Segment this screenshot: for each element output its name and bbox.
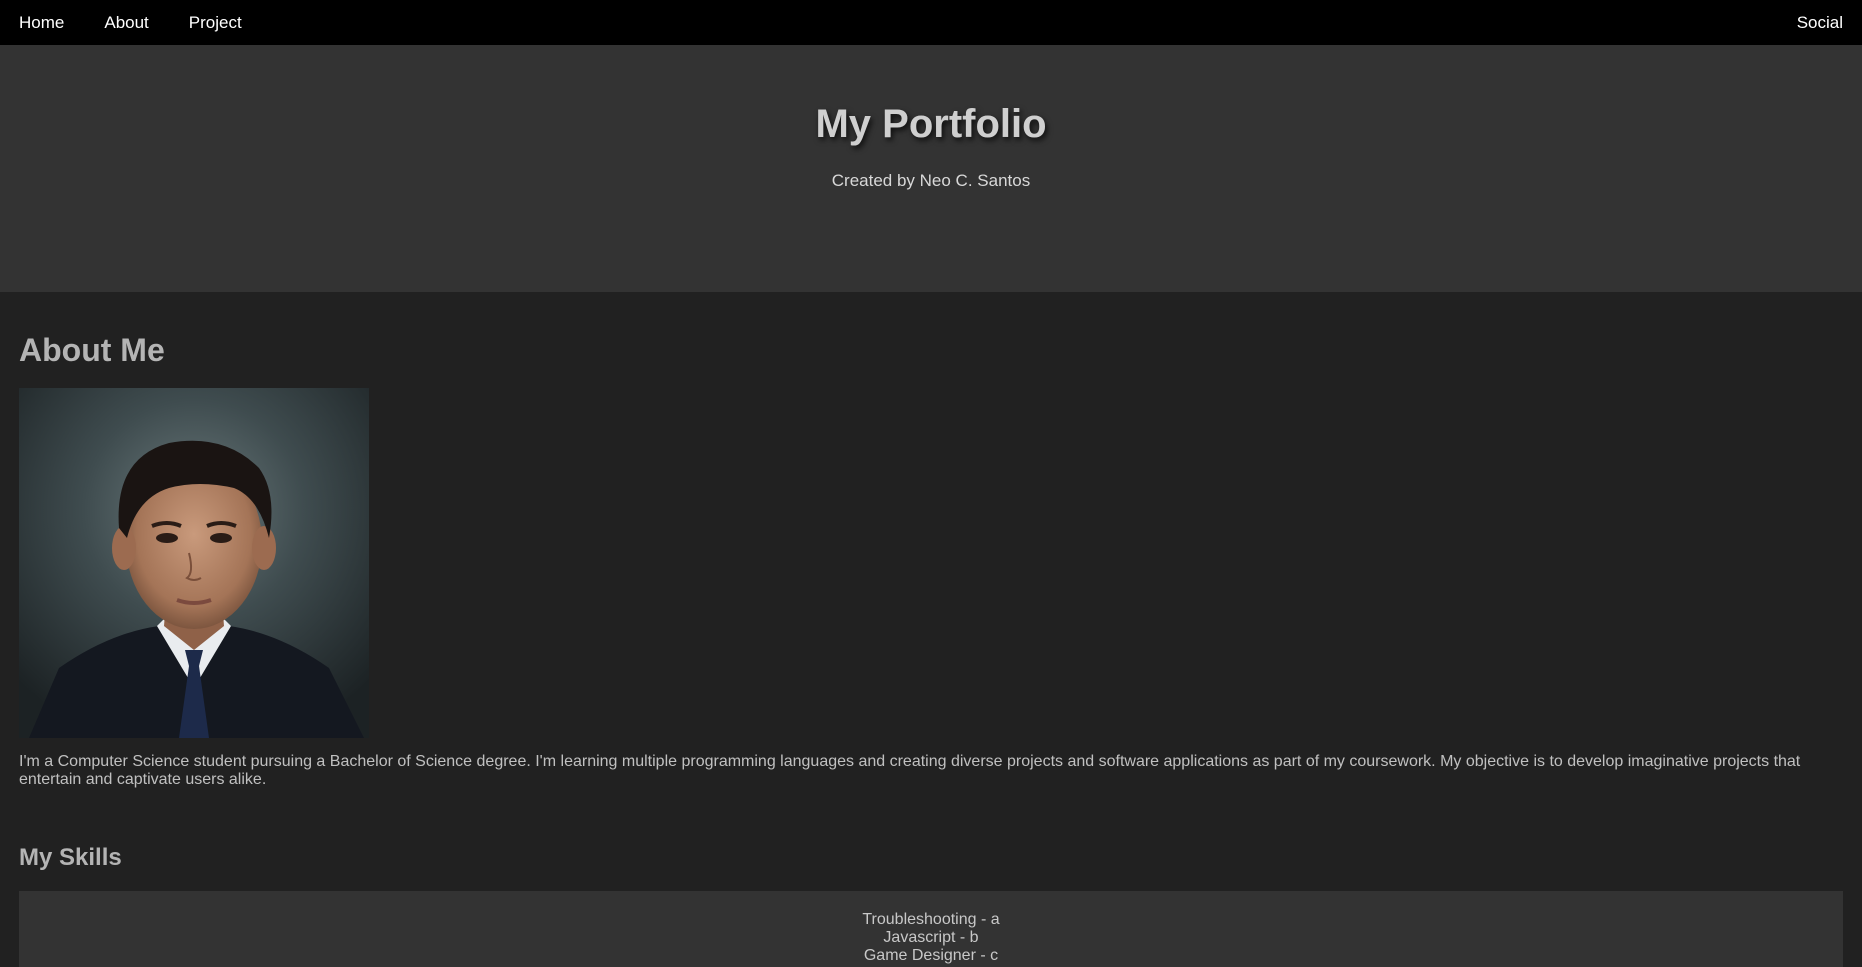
nav-right: Social: [1797, 13, 1843, 33]
about-description: I'm a Computer Science student pursuing …: [19, 753, 1801, 788]
skill-item: Game Designer - c: [863, 947, 999, 964]
nav-about-link[interactable]: About: [104, 13, 148, 33]
profile-photo: [19, 388, 369, 738]
skill-item: Javascript - b: [883, 929, 979, 946]
hero-subtitle: Created by Neo C. Santos: [831, 171, 1031, 190]
nav-links: Home About Project: [19, 13, 282, 33]
about-heading: About Me: [19, 332, 165, 368]
main-content: About Me I'm a Computer Science student …: [0, 334, 1862, 967]
top-navigation: Home About Project Social: [0, 0, 1862, 45]
page-title: My Portfolio: [815, 102, 1047, 146]
nav-social-link[interactable]: Social: [1797, 13, 1843, 32]
skills-heading: My Skills: [19, 844, 122, 871]
nav-project-link[interactable]: Project: [189, 13, 242, 33]
skill-item: Troubleshooting - a: [862, 911, 1000, 928]
hero-banner: My Portfolio Created by Neo C. Santos: [0, 45, 1862, 292]
skills-list: Troubleshooting - a Javascript - b Game …: [19, 891, 1843, 967]
nav-home-link[interactable]: Home: [19, 13, 64, 33]
